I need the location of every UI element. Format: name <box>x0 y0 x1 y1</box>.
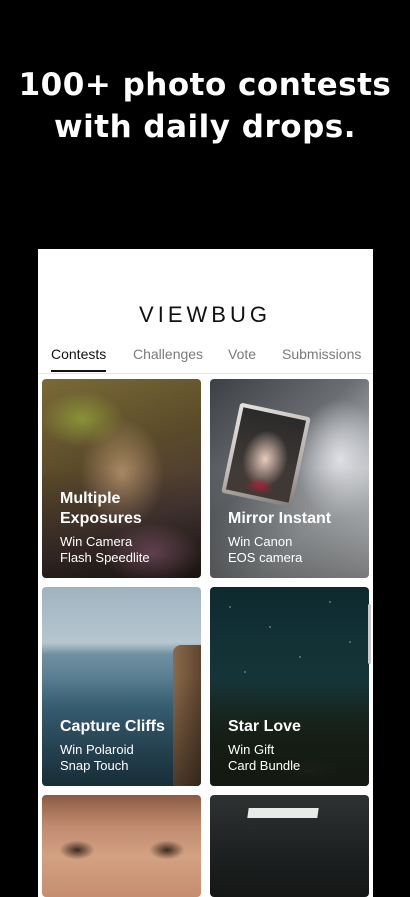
contest-title-line2: Exposures <box>60 510 142 527</box>
tab-submissions[interactable]: Submissions <box>282 346 361 362</box>
contest-prize: Win Gift <box>228 742 275 757</box>
promo-headline: 100+ photo contests with daily drops. <box>0 64 410 148</box>
promo-headline-line1: 100+ photo contests <box>18 67 392 103</box>
contest-card-mirror-instant[interactable]: Mirror Instant Win Canon EOS camera <box>210 379 369 578</box>
tab-divider <box>38 373 373 374</box>
tab-challenges[interactable]: Challenges <box>133 346 203 362</box>
app-logo: VIEWBUG <box>139 302 271 327</box>
contest-card-multiple-exposures[interactable]: Multiple Exposures Win Camera Flash Spee… <box>42 379 201 578</box>
contest-title: Multiple <box>60 490 121 507</box>
contest-prize-line2: EOS camera <box>228 550 303 565</box>
contest-title: Mirror Instant <box>228 510 332 527</box>
contest-prize: Win Canon <box>228 534 293 549</box>
promo-headline-line2: with daily drops. <box>53 109 356 145</box>
active-tab-indicator <box>51 370 106 372</box>
contest-prize: Win Camera <box>60 534 133 549</box>
scrollbar[interactable] <box>368 604 371 664</box>
contest-card-star-love[interactable]: Star Love Win Gift Card Bundle <box>210 587 369 786</box>
contest-prize: Win Polaroid <box>60 742 134 757</box>
tab-vote[interactable]: Vote <box>228 346 256 362</box>
contest-card-capture-cliffs[interactable]: Capture Cliffs Win Polaroid Snap Touch <box>42 587 201 786</box>
contest-card-eyes[interactable] <box>42 795 201 897</box>
tab-bar: Contests Challenges Vote Submissions <box>38 346 373 374</box>
contest-prize-line2: Card Bundle <box>228 758 301 773</box>
contest-title: Capture Cliffs <box>60 718 165 735</box>
tab-contests[interactable]: Contests <box>51 346 106 362</box>
ceiling-light-image <box>247 808 319 818</box>
contest-prize-line2: Flash Speedlite <box>60 550 150 565</box>
contest-prize-line2: Snap Touch <box>60 758 129 773</box>
contest-card-room[interactable] <box>210 795 369 897</box>
contest-title: Star Love <box>228 718 301 735</box>
